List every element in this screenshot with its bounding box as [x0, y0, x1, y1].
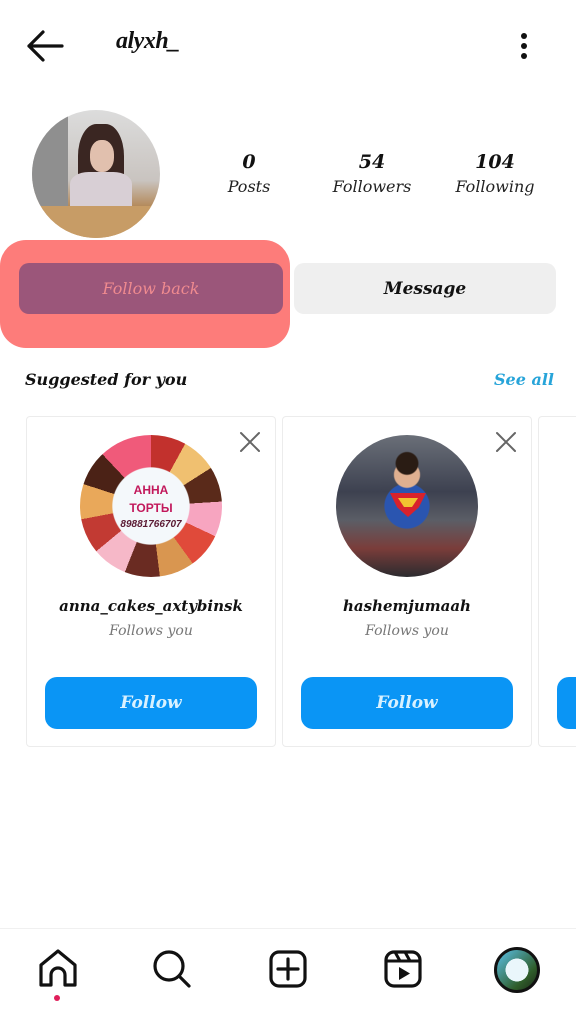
- follow-button[interactable]: [557, 677, 576, 729]
- posts-count: 0: [242, 151, 256, 173]
- follow-button[interactable]: Follow: [45, 677, 257, 729]
- suggested-heading: Suggested for you: [25, 370, 188, 389]
- following-label: Following: [455, 177, 535, 196]
- nav-reels[interactable]: [381, 947, 425, 991]
- suggestion-subtitle: Follows you: [109, 623, 193, 639]
- suggestion-card-partial: [538, 416, 576, 747]
- back-button[interactable]: [24, 28, 66, 64]
- home-notification-dot: [54, 995, 60, 1001]
- more-vertical-icon: [521, 33, 527, 59]
- reels-icon: [384, 950, 422, 988]
- search-icon: [153, 950, 191, 988]
- followers-count: 54: [358, 151, 386, 173]
- followers-stat[interactable]: 54 Followers: [326, 150, 418, 200]
- arrow-left-icon: [27, 30, 64, 62]
- followers-label: Followers: [332, 177, 412, 196]
- nav-search[interactable]: [150, 947, 194, 991]
- suggestion-avatar[interactable]: [336, 435, 478, 577]
- nav-new-post[interactable]: [266, 947, 310, 991]
- suggestion-card: hashemjumaah Follows you Follow: [282, 416, 532, 747]
- suggestion-card: АННА ТОРТЫ 89881766707 anna_cakes_axtybi…: [26, 416, 276, 747]
- suggestion-username[interactable]: hashemjumaah: [283, 597, 531, 615]
- nav-home[interactable]: [36, 947, 80, 991]
- profile-username: alyxh_: [116, 28, 180, 54]
- suggestion-subtitle: Follows you: [365, 623, 449, 639]
- posts-label: Posts: [227, 177, 271, 196]
- close-icon: [496, 432, 516, 452]
- profile-avatar[interactable]: [32, 110, 160, 238]
- bottom-navigation: [0, 928, 576, 1024]
- following-count: 104: [475, 151, 515, 173]
- suggestion-avatar[interactable]: АННА ТОРТЫ 89881766707: [80, 435, 222, 577]
- following-stat[interactable]: 104 Following: [450, 150, 540, 200]
- follow-back-button[interactable]: Follow back: [19, 263, 283, 314]
- home-icon: [39, 949, 77, 987]
- dismiss-button[interactable]: [495, 431, 517, 453]
- see-all-link[interactable]: See all: [494, 370, 554, 389]
- dismiss-button[interactable]: [239, 431, 261, 453]
- message-button[interactable]: Message: [294, 263, 556, 314]
- close-icon: [240, 432, 260, 452]
- profile-icon: [494, 947, 540, 993]
- top-bar: alyxh_: [0, 0, 576, 95]
- posts-stat[interactable]: 0 Posts: [222, 150, 276, 200]
- new-post-icon: [269, 950, 307, 988]
- follow-button[interactable]: Follow: [301, 677, 513, 729]
- more-options-button[interactable]: [512, 28, 536, 64]
- suggestion-username[interactable]: anna_cakes_axtybinsk: [27, 597, 275, 615]
- nav-profile[interactable]: [494, 947, 540, 993]
